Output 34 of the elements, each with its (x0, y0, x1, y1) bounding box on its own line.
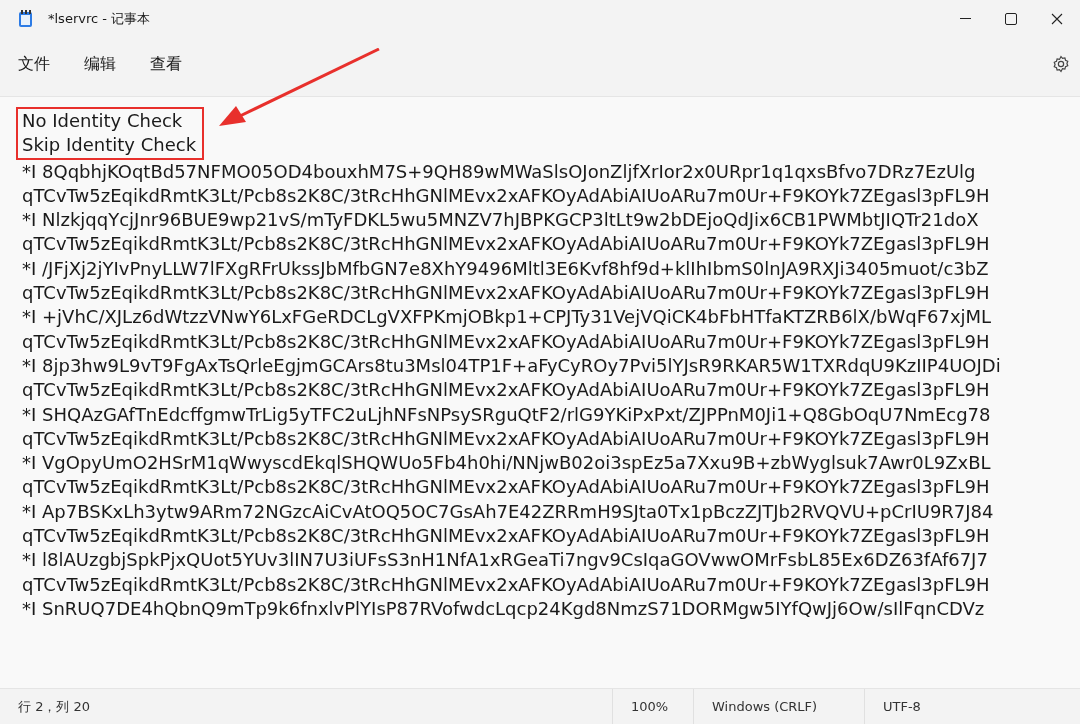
text-line: qTCvTw5zEqikdRmtK3Lt/Pcb8s2K8C/3tRcHhGNlMEvx2xAFKOyAdAbiAIUoARu7m0Ur+F9KOYk7ZEgasl3pFL9H (22, 183, 990, 208)
cursor-position: 行 2，列 20 (17, 697, 92, 716)
zoom-level: 100% (630, 697, 670, 716)
text-line: qTCvTw5zEqikdRmtK3Lt/Pcb8s2K8C/3tRcHhGNlMEvx2xAFKOyAdAbiAIUoARu7m0Ur+F9KOYk7ZEgasl3pFL9H (22, 281, 990, 306)
text-line: qTCvTw5zEqikdRmtK3Lt/Pcb8s2K8C/3tRcHhGNlMEvx2xAFKOyAdAbiAIUoARu7m0Ur+F9KOYk7ZEgasl3pFL9H (22, 524, 990, 549)
text-line: *I NlzkjqqYcjJnr96BUE9wp21vS/mTyFDKL5wu5MNZV7hJBPKGCP3ltLt9w2bDEjoQdJix6CB1PWMbtJIQTr21doX (22, 208, 979, 233)
text-line: *I Ap7BSKxLh3ytw9ARm72NGzcAiCvAtOQ5OC7GsAh7E42ZRRmH9SJta0Tx1pBczZJTJb2RVQVU+pCrIU9R7J84 (22, 499, 994, 524)
minimize-icon[interactable] (959, 18, 971, 20)
text-line: *I 8jp3hw9L9vT9FgAxTsQrleEgjmGCArs8tu3Msl04TP1F+aFyCyROy7Pvi5lYJsR9RKAR5W1TXRdqU9KzIIP4UOJDi (22, 353, 1001, 378)
text-line: qTCvTw5zEqikdRmtK3Lt/Pcb8s2K8C/3tRcHhGNlMEvx2xAFKOyAdAbiAIUoARu7m0Ur+F9KOYk7ZEgasl3pFL9H (22, 329, 990, 354)
encoding: UTF-8 (882, 697, 922, 716)
close-icon[interactable] (1051, 13, 1063, 25)
text-line: Skip Identity Check (22, 133, 197, 158)
text-line: *I SHQAzGAfTnEdcffgmwTrLig5yTFC2uLjhNFsNPsySRguQtF2/rlG9YKiPxPxt/ZJPPnM0Ji1+Q8GbOqU7NmEcg78 (22, 402, 991, 427)
text-line: qTCvTw5zEqikdRmtK3Lt/Pcb8s2K8C/3tRcHhGNlMEvx2xAFKOyAdAbiAIUoARu7m0Ur+F9KOYk7ZEgasl3pFL9H (22, 426, 990, 451)
notepad-icon (18, 10, 34, 28)
text-line: *I SnRUQ7DE4hQbnQ9mTp9k6fnxlvPlYIsP87RVofwdcLqcp24Kgd8NmzS71DORMgw5IYfQwJj6Ow/sIlFqnCDVz (22, 596, 985, 621)
text-line: *I VgOpyUmO2HSrM1qWwyscdEkqlSHQWUo5Fb4h0hi/NNjwB02oi3spEz5a7Xxu9B+zbWyglsuk7Awr0L9ZxBL (22, 451, 991, 476)
settings-icon[interactable] (1052, 55, 1070, 73)
maximize-icon[interactable] (1005, 13, 1017, 25)
menu-item[interactable]: 查看 (140, 48, 192, 80)
text-line: *I l8lAUzgbjSpkPjxQUot5YUv3lIN7U3iUFsS3nH1NfA1xRGeaTi7ngv9CsIqaGOVwwOMrFsbL85Ex6DZ63fAf67J7 (22, 548, 988, 573)
text-line: *I /JFjXj2jYIvPnyLLW7lFXgRFrUkssJbMfbGN7e8XhY9496Mltl3E6Kvf8hf9d+klIhIbmS0lnJA9RXJi3405muot/c3bZ (22, 256, 989, 281)
text-line: qTCvTw5zEqikdRmtK3Lt/Pcb8s2K8C/3tRcHhGNlMEvx2xAFKOyAdAbiAIUoARu7m0Ur+F9KOYk7ZEgasl3pFL9H (22, 572, 990, 597)
line-ending: Windows (CRLF) (711, 697, 819, 716)
text-line: qTCvTw5zEqikdRmtK3Lt/Pcb8s2K8C/3tRcHhGNlMEvx2xAFKOyAdAbiAIUoARu7m0Ur+F9KOYk7ZEgasl3pFL9H (22, 475, 990, 500)
menu-item[interactable]: 文件 (8, 48, 60, 80)
menu-item[interactable]: 编辑 (74, 48, 126, 80)
window-title: *lservrc - 记事本 (48, 10, 151, 29)
text-line: *I 8QqbhjKOqtBd57NFMO05OD4bouxhM7S+9QH89wMWaSlsOJonZljfXrIor2x0URpr1q1qxsBfvo7DRz7EzUlg (22, 159, 976, 184)
text-line: qTCvTw5zEqikdRmtK3Lt/Pcb8s2K8C/3tRcHhGNlMEvx2xAFKOyAdAbiAIUoARu7m0Ur+F9KOYk7ZEgasl3pFL9H (22, 232, 990, 257)
text-line: qTCvTw5zEqikdRmtK3Lt/Pcb8s2K8C/3tRcHhGNlMEvx2xAFKOyAdAbiAIUoARu7m0Ur+F9KOYk7ZEgasl3pFL9H (22, 378, 990, 403)
text-line: *I +jVhC/XJLz6dWtzzVNwY6LxFGeRDCLgVXFPKmjOBkp1+CPJTy31VejVQiCK4bFbHTfaKTZRB6lX/bWqF67xjML (22, 305, 992, 330)
text-line: No Identity Check (22, 109, 183, 133)
